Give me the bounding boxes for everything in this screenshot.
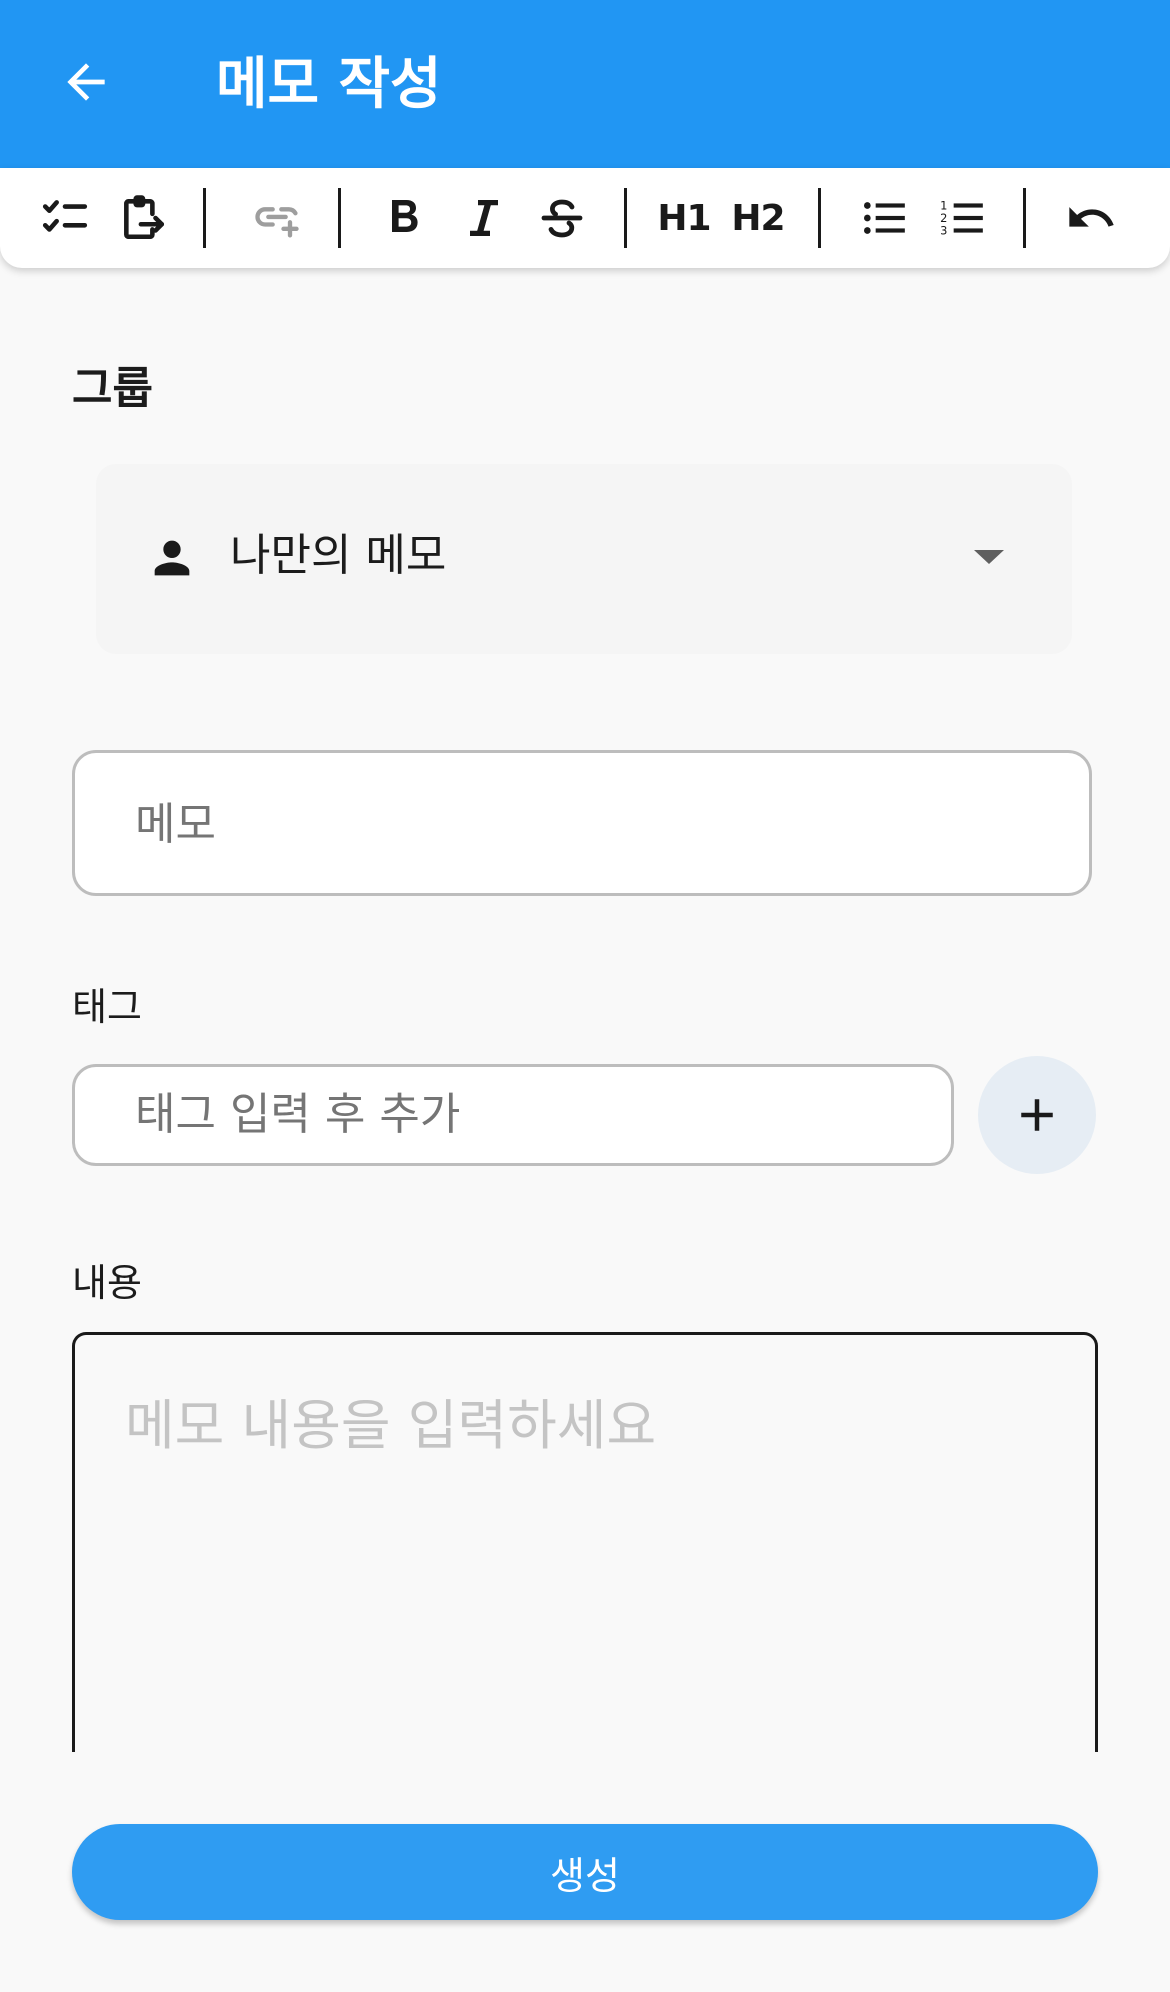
toolbar-divider [203, 188, 206, 248]
heading1-button[interactable]: H1 [652, 184, 716, 252]
group-label: 그룹 [72, 363, 153, 414]
link-button[interactable] [242, 184, 312, 252]
checklist-button[interactable] [30, 184, 100, 252]
toolbar-divider [624, 188, 627, 248]
bullet-list-icon [864, 202, 905, 234]
bold-icon [392, 200, 418, 232]
create-button-label: 생성 [550, 1853, 620, 1898]
undo-button[interactable] [1056, 184, 1126, 252]
bold-button[interactable] [372, 184, 436, 252]
page-title: 메모 작성 [216, 52, 442, 117]
strikethrough-button[interactable] [528, 184, 596, 252]
dropdown-arrow-icon [974, 550, 1004, 564]
tag-input[interactable]: 태그 입력 후 추가 [72, 1064, 954, 1166]
group-dropdown[interactable]: 나만의 메모 [96, 464, 1072, 654]
create-button[interactable]: 생성 [72, 1824, 1098, 1920]
strikethrough-icon [541, 199, 583, 238]
heading2-label: H2 [731, 197, 785, 239]
italic-button[interactable] [450, 184, 514, 252]
undo-icon [1069, 207, 1114, 227]
toolbar-divider [818, 188, 821, 248]
heading2-button[interactable]: H2 [724, 184, 792, 252]
tag-input-placeholder: 태그 입력 후 추가 [135, 1089, 461, 1140]
arrow-back-icon [67, 63, 105, 101]
bullet-list-button[interactable] [852, 184, 916, 252]
italic-icon [470, 200, 498, 236]
svg-text:3: 3 [940, 224, 947, 238]
content-placeholder: 메모 내용을 입력하세요 [125, 1394, 657, 1457]
link-icon [255, 207, 299, 238]
memo-title-placeholder: 메모 [135, 799, 216, 850]
numbered-list-icon: 1 2 3 [940, 199, 983, 238]
paste-button[interactable] [108, 184, 178, 252]
toolbar-divider [338, 188, 341, 248]
content-label: 내용 [72, 1261, 142, 1305]
add-tag-button[interactable] [978, 1056, 1096, 1174]
heading1-label: H1 [657, 197, 711, 239]
back-button[interactable] [44, 40, 128, 124]
content-editor[interactable]: 메모 내용을 입력하세요 [72, 1332, 1098, 1752]
tag-label: 태그 [72, 985, 142, 1029]
person-icon [154, 540, 190, 576]
toolbar-divider [1023, 188, 1026, 248]
checklist-icon [42, 200, 88, 232]
numbered-list-button[interactable]: 1 2 3 [930, 184, 994, 252]
group-selected-value: 나만의 메모 [230, 530, 447, 581]
memo-title-input[interactable]: 메모 [72, 750, 1092, 896]
format-toolbar: H1 H2 1 2 3 [0, 168, 1170, 268]
paste-icon [124, 195, 165, 240]
plus-icon [1021, 1099, 1053, 1131]
app-bar: 메모 작성 [0, 0, 1170, 168]
